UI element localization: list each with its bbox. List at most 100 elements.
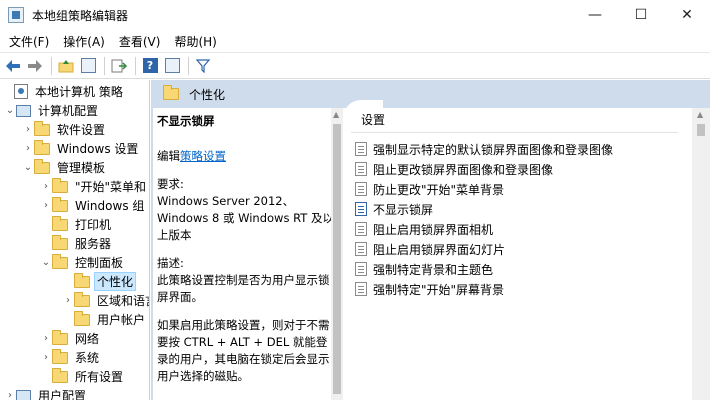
setting-row[interactable]: 强制特定背景和主题色	[355, 259, 493, 279]
tree-item-server[interactable]: 服务器	[40, 234, 113, 253]
tree-label: 打印机	[75, 218, 112, 232]
tree-item-local-computer-policy[interactable]: 本地计算机 策略	[2, 82, 125, 101]
tree-label: 本地计算机 策略	[35, 85, 123, 99]
setting-row[interactable]: 阻止更改锁屏界面图像和登录图像	[355, 159, 553, 179]
scroll-thumb[interactable]	[697, 124, 705, 136]
setting-label: 强制特定"开始"屏幕背景	[373, 282, 505, 297]
tree-label: 软件设置	[57, 123, 106, 137]
tree-item-network[interactable]: › 网络	[40, 329, 101, 348]
setting-row[interactable]: 强制特定"开始"屏幕背景	[355, 279, 504, 299]
tree-item-computer-config[interactable]: ⌄ 计算机配置	[4, 101, 100, 120]
tree-label: 用户帐户	[97, 313, 146, 327]
tree-item-admin-templates[interactable]: ⌄ 管理模板	[22, 158, 107, 177]
setting-row[interactable]: 阻止启用锁屏界面相机	[355, 219, 493, 239]
folder-icon	[52, 215, 68, 231]
open-folder-icon	[74, 272, 90, 288]
toolbar-separator	[135, 56, 136, 75]
expand-chevron-icon[interactable]: ⌄	[22, 162, 34, 173]
tree-label: 管理模板	[57, 161, 106, 175]
menu-help[interactable]: 帮助(H)	[167, 33, 223, 50]
menu-action[interactable]: 操作(A)	[56, 33, 112, 50]
back-arrow-icon[interactable]	[3, 56, 23, 76]
requirements-text: Windows Server 2012、Windows 8 或 Windows …	[157, 194, 334, 242]
help-icon[interactable]: ?	[140, 56, 160, 76]
tree-item-region-language[interactable]: › 区域和语言	[62, 291, 149, 310]
window-title: 本地组策略编辑器	[32, 8, 129, 23]
policy-setting-icon	[355, 162, 367, 176]
folder-icon	[52, 196, 68, 212]
properties-icon[interactable]	[162, 56, 182, 76]
setting-row[interactable]: 防止更改"开始"菜单背景	[355, 179, 504, 199]
tree-item-user-accounts[interactable]: 用户帐户	[62, 310, 147, 329]
expand-chevron-icon[interactable]: ›	[4, 390, 16, 400]
toolbar-separator	[188, 56, 189, 75]
scroll-up-icon[interactable]: ▲	[697, 110, 703, 119]
detail-block: 如果启用此策略设置，则对于不需要按 CTRL + ALT + DEL 就能登录的…	[157, 317, 334, 385]
expand-chevron-icon[interactable]: ›	[40, 333, 52, 344]
tree-label: 个性化	[93, 272, 137, 291]
folder-icon	[74, 310, 90, 326]
filter-icon[interactable]	[193, 56, 213, 76]
tree-item-start-menu[interactable]: › "开始"菜单和	[40, 177, 148, 196]
setting-row[interactable]: 强制显示特定的默认锁屏界面图像和登录图像	[355, 139, 613, 159]
tree-item-windows-components[interactable]: › Windows 组	[40, 196, 146, 215]
folder-icon	[52, 329, 68, 345]
scroll-up-icon[interactable]: ▲	[333, 110, 339, 119]
policy-setting-icon	[355, 262, 367, 276]
detail-text: 如果启用此策略设置，则对于不需要按 CTRL + ALT + DEL 就能登录的…	[157, 318, 330, 383]
folder-icon	[34, 120, 50, 136]
tree-item-control-panel[interactable]: ⌄ 控制面板	[40, 253, 125, 272]
tree-item-personalization[interactable]: 个性化	[62, 272, 137, 291]
maximize-button[interactable]: ☐	[618, 0, 664, 30]
expand-chevron-icon[interactable]: ⌄	[40, 257, 52, 268]
edit-prefix: 编辑	[157, 149, 180, 163]
expand-chevron-icon[interactable]: ›	[40, 200, 52, 211]
expand-chevron-icon[interactable]: ›	[22, 124, 34, 135]
scroll-thumb[interactable]	[333, 124, 341, 394]
expand-chevron-icon[interactable]: ⌄	[4, 105, 16, 116]
tree-label: 控制面板	[75, 256, 124, 270]
folder-icon	[163, 85, 179, 100]
settings-scrollbar[interactable]: ▲	[692, 108, 710, 400]
minimize-button[interactable]: —	[572, 0, 618, 30]
requirements-label: 要求:	[157, 177, 184, 191]
close-button[interactable]: ✕	[664, 0, 710, 30]
policy-setting-icon	[355, 202, 367, 216]
setting-row[interactable]: 阻止启用锁屏界面幻灯片	[355, 239, 505, 259]
setting-label: 强制显示特定的默认锁屏界面图像和登录图像	[373, 142, 614, 157]
edit-policy-row: 编辑策略设置	[157, 148, 334, 165]
setting-label: 不显示锁屏	[373, 202, 434, 217]
forward-arrow-icon[interactable]	[25, 56, 45, 76]
folder-icon	[52, 348, 68, 364]
edit-policy-link[interactable]: 策略设置	[180, 149, 226, 163]
details-pane: 个性化 不显示锁屏 编辑策略设置 要求: Windows Server 2012…	[151, 80, 710, 400]
description-label: 描述:	[157, 256, 184, 270]
expand-chevron-icon[interactable]: ›	[40, 352, 52, 363]
folder-icon	[34, 158, 50, 174]
title-bar: 本地组策略编辑器 — ☐ ✕	[0, 0, 710, 30]
tree-item-user-config[interactable]: › 用户配置	[4, 386, 88, 400]
folder-icon	[52, 177, 68, 193]
tree-item-windows-settings[interactable]: › Windows 设置	[22, 139, 140, 158]
description-scrollbar[interactable]: ▲	[331, 108, 343, 400]
tree-item-printers[interactable]: 打印机	[40, 215, 113, 234]
expand-chevron-icon[interactable]: ›	[62, 295, 74, 306]
computer-icon	[16, 104, 31, 117]
content-header: 个性化	[151, 80, 710, 108]
show-hide-tree-icon[interactable]	[78, 56, 98, 76]
export-list-icon[interactable]	[109, 56, 129, 76]
menu-file[interactable]: 文件(F)	[2, 33, 56, 50]
tree-item-all-settings[interactable]: 所有设置	[40, 367, 125, 386]
setting-row-selected[interactable]: 不显示锁屏	[355, 199, 433, 219]
tree-item-system[interactable]: › 系统	[40, 348, 101, 367]
requirements-block: 要求: Windows Server 2012、Windows 8 或 Wind…	[157, 176, 334, 244]
menu-view[interactable]: 查看(V)	[112, 33, 168, 50]
expand-chevron-icon[interactable]: ›	[40, 181, 52, 192]
menu-bar: 文件(F) 操作(A) 查看(V) 帮助(H)	[0, 30, 710, 52]
tree-item-software-settings[interactable]: › 软件设置	[22, 120, 107, 139]
expand-chevron-icon[interactable]: ›	[22, 143, 34, 154]
tree-label: 服务器	[75, 237, 112, 251]
settings-column-header[interactable]: 设置	[361, 111, 385, 128]
user-config-icon	[16, 389, 31, 400]
up-folder-icon[interactable]	[56, 56, 76, 76]
